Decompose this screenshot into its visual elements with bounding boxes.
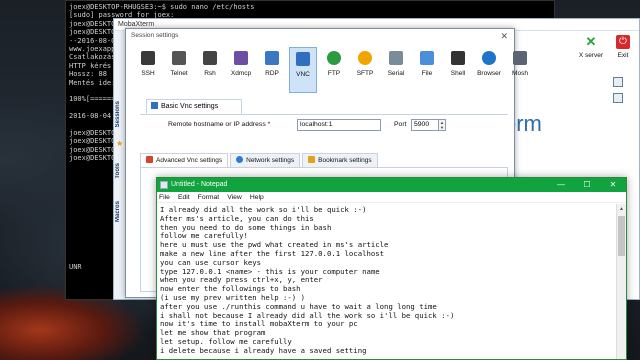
session-type-vnc-button[interactable]: VNC <box>289 47 317 93</box>
xserver-button[interactable]: ✕ X server <box>577 34 605 60</box>
remote-host-input[interactable]: localhost:1 <box>297 119 381 131</box>
browser-icon <box>482 51 496 65</box>
session-type-ssh-button[interactable]: SSH <box>134 47 162 93</box>
serial-icon <box>389 51 403 65</box>
session-type-label: RDP <box>265 70 279 77</box>
notepad-window[interactable]: Untitled - Notepad — ☐ ✕ File Edit Format V… <box>156 177 627 360</box>
tools-side-tab[interactable]: Tools <box>115 163 121 179</box>
mobaxterm-side-icons <box>613 77 625 109</box>
port-input[interactable]: 5900 <box>411 119 439 131</box>
maximize-icon[interactable]: ☐ <box>574 178 600 192</box>
session-type-label: SFTP <box>356 70 374 77</box>
session-type-label: SSH <box>141 70 155 77</box>
session-type-sftp-button[interactable]: SFTP <box>351 47 379 93</box>
session-type-file-button[interactable]: File <box>413 47 441 93</box>
close-icon[interactable]: ✕ <box>600 178 626 192</box>
session-type-label: Telnet <box>170 70 188 77</box>
star-icon <box>308 156 316 163</box>
rsh-icon <box>203 51 217 65</box>
port-label: Port <box>394 121 407 128</box>
tab-advanced-vnc-settings[interactable]: Advanced Vnc settings <box>140 153 229 167</box>
tab-network-settings[interactable]: Network settings <box>230 153 301 167</box>
session-type-label: Rsh <box>204 70 216 77</box>
window-controls: — ☐ ✕ <box>548 178 626 192</box>
exit-label: Exit <box>617 52 629 59</box>
session-type-label: Shell <box>450 70 466 77</box>
notepad-titlebar: Untitled - Notepad — ☐ ✕ <box>157 178 626 192</box>
session-type-label: File <box>421 70 433 77</box>
ftp-icon <box>327 51 341 65</box>
notepad-text-area[interactable]: I already did all the work so i'll be qu… <box>157 204 616 359</box>
tab-basic-vnc-settings[interactable]: Basic Vnc settings <box>146 99 242 114</box>
session-type-toolbar: SSH Telnet Rsh Xdmcp RDP VNC FTP SFTP Serial File… <box>134 47 537 95</box>
tab-label: Basic Vnc settings <box>161 103 219 110</box>
menu-edit[interactable]: Edit <box>178 192 190 202</box>
session-type-label: FTP <box>327 70 341 77</box>
xserver-icon: ✕ <box>585 34 597 49</box>
xdmcp-icon <box>234 51 248 65</box>
menu-help[interactable]: Help <box>250 192 264 202</box>
advanced-tabs: Advanced Vnc settings Network settings B… <box>140 153 380 167</box>
ssh-icon <box>141 51 155 65</box>
tab-label: Advanced Vnc settings <box>156 157 223 164</box>
shell-icon <box>451 51 465 65</box>
exit-button[interactable]: ⏻ Exit <box>609 35 637 59</box>
notepad-icon <box>160 181 168 189</box>
text-line: i delete because i already have a saved … <box>160 345 367 355</box>
scroll-thumb[interactable] <box>618 216 625 256</box>
session-type-shell-button[interactable]: Shell <box>444 47 472 93</box>
session-type-label: Serial <box>387 70 405 77</box>
session-type-label: VNC <box>296 71 310 78</box>
macros-side-tab[interactable]: Macros <box>115 201 121 222</box>
settings-icon <box>146 156 153 163</box>
scroll-up-icon[interactable]: ▲ <box>617 204 626 214</box>
window-icon[interactable] <box>613 77 623 87</box>
star-icon: ★ <box>116 139 124 148</box>
session-type-ftp-button[interactable]: FTP <box>320 47 348 93</box>
session-type-telnet-button[interactable]: Telnet <box>165 47 193 93</box>
vnc-icon <box>296 52 310 66</box>
session-type-label: Browser <box>477 70 501 77</box>
menu-file[interactable]: File <box>159 192 170 202</box>
telnet-icon <box>172 51 186 65</box>
mosh-icon <box>513 51 527 65</box>
notepad-menubar: File Edit Format View Help <box>157 192 626 203</box>
close-icon[interactable]: ✕ <box>500 29 508 43</box>
host-label: Remote hostname or IP address * <box>168 121 271 128</box>
tab-label: Network settings <box>246 157 295 164</box>
rdp-icon <box>265 51 279 65</box>
minimize-icon[interactable]: — <box>548 178 574 192</box>
tab-label: Bookmark settings <box>318 157 372 164</box>
window-icon[interactable] <box>613 93 623 103</box>
menu-view[interactable]: View <box>227 192 242 202</box>
vnc-settings-icon <box>151 102 158 109</box>
session-dialog-title: Session settings <box>131 32 179 39</box>
sessions-side-tab[interactable]: Sessions <box>115 101 121 127</box>
session-type-label: Mosh <box>512 70 528 77</box>
menu-format[interactable]: Format <box>198 192 220 202</box>
tab-bookmark-settings[interactable]: Bookmark settings <box>302 153 378 167</box>
network-icon <box>236 156 244 163</box>
notepad-title: Untitled - Notepad <box>171 181 228 188</box>
file-icon <box>420 51 434 65</box>
xserver-label: X server <box>578 52 604 59</box>
sftp-icon <box>358 51 372 65</box>
session-type-rsh-button[interactable]: Rsh <box>196 47 224 93</box>
port-spinner[interactable]: ▲ ▼ <box>439 119 446 131</box>
vertical-scrollbar[interactable]: ▲ <box>616 204 626 359</box>
session-type-rdp-button[interactable]: RDP <box>258 47 286 93</box>
session-type-mosh-button[interactable]: Mosh <box>506 47 534 93</box>
session-type-browser-button[interactable]: Browser <box>475 47 503 93</box>
terminal-line: joex@DESKTOP-RHUGSE3:~$ sudo nano /etc/h… <box>69 3 255 11</box>
mobaxterm-toolbar-right: ✕ X server ⏻ Exit <box>577 31 639 71</box>
basic-settings-panel: Remote hostname or IP address * localhos… <box>140 114 508 148</box>
session-dialog-titlebar: Session settings ✕ <box>126 29 514 43</box>
session-type-serial-button[interactable]: Serial <box>382 47 410 93</box>
session-type-label: Xdmcp <box>230 70 252 77</box>
power-icon: ⏻ <box>616 35 630 49</box>
session-type-xdmcp-button[interactable]: Xdmcp <box>227 47 255 93</box>
